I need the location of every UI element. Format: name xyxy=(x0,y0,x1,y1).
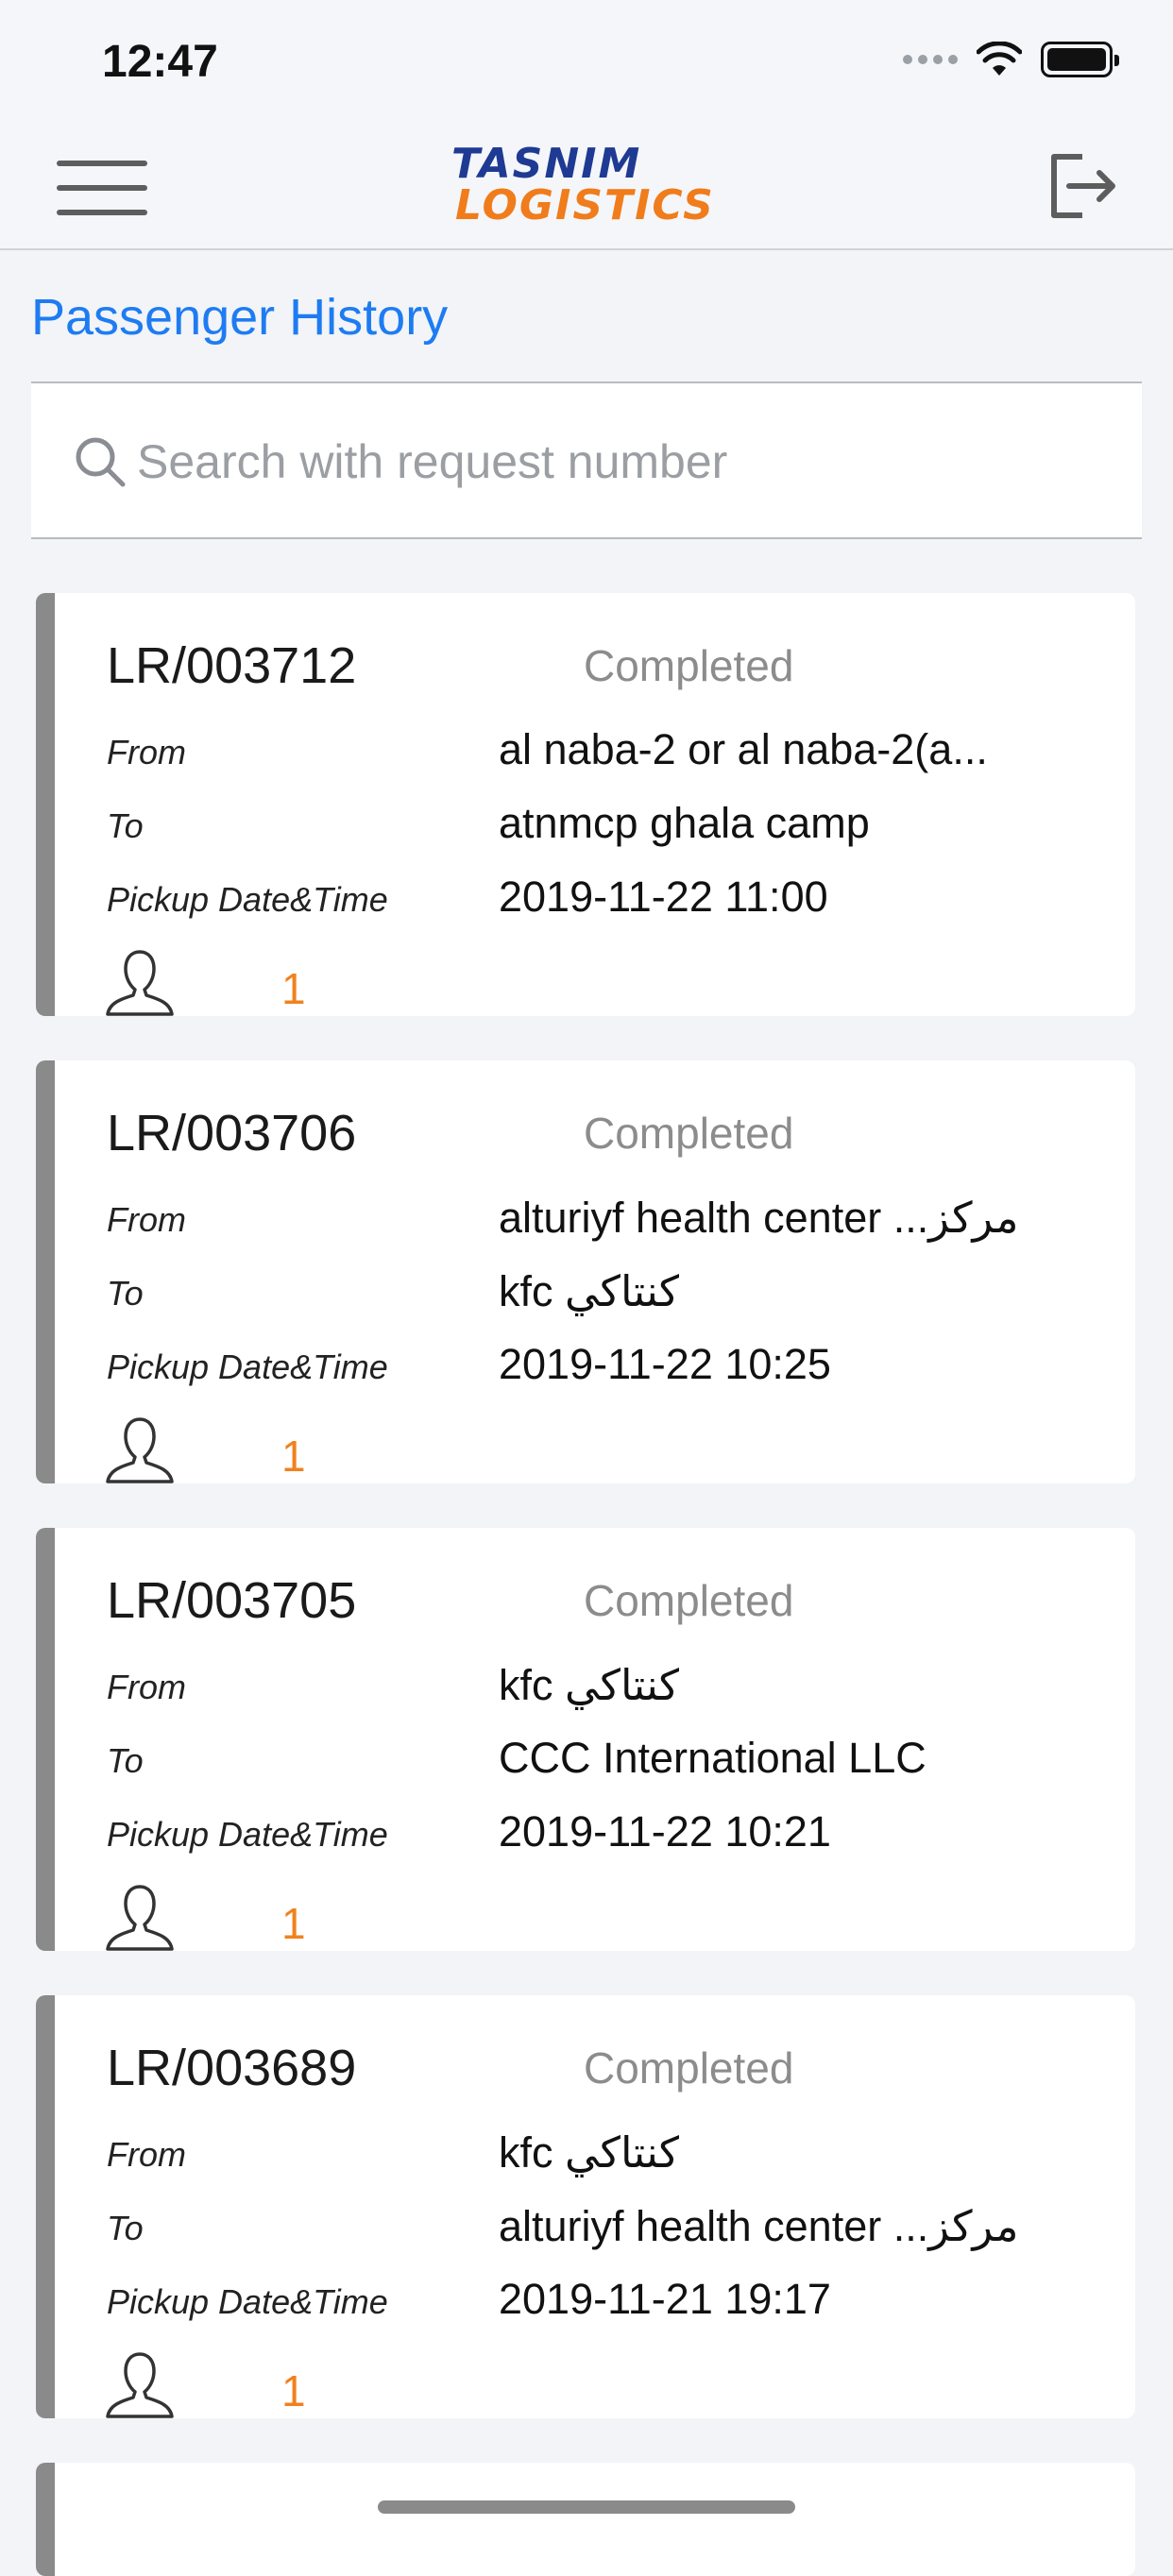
to-value: atnmcp ghala camp xyxy=(499,799,870,847)
request-card[interactable]: LR/003712 Completed From al naba-2 or al… xyxy=(36,593,1135,1016)
pickup-value: 2019-11-21 19:17 xyxy=(499,2275,831,2323)
request-number: LR/003689 xyxy=(107,2040,357,2096)
logo-text-line2: LOGISTICS xyxy=(455,181,715,229)
hamburger-menu-icon[interactable] xyxy=(57,161,147,217)
request-card-partial[interactable] xyxy=(36,2463,1135,2576)
from-label: From xyxy=(107,2135,186,2174)
passenger-icon xyxy=(106,950,174,1016)
request-number: LR/003705 xyxy=(107,1572,357,1629)
to-label: To xyxy=(107,1274,144,1313)
pickup-label: Pickup Date&Time xyxy=(107,2282,388,2321)
request-status: Completed xyxy=(584,1109,794,1158)
from-label: From xyxy=(107,1200,186,1239)
from-value: kfc كنتاكي xyxy=(499,2128,680,2177)
pickup-value: 2019-11-22 10:21 xyxy=(499,1807,831,1856)
battery-icon xyxy=(1041,42,1119,77)
from-value: alturiyf health center ...مركز xyxy=(499,1194,1019,1242)
page-title: Passenger History xyxy=(31,289,449,346)
from-label: From xyxy=(107,733,186,771)
status-icons xyxy=(903,42,1119,77)
pickup-value: 2019-11-22 10:25 xyxy=(499,1340,831,1388)
tasnim-logistics-logo: TASNIM LOGISTICS xyxy=(444,144,737,238)
from-value: al naba-2 or al naba-2(a... xyxy=(499,725,988,773)
pickup-label: Pickup Date&Time xyxy=(107,1815,388,1854)
passenger-count: 1 xyxy=(281,2366,306,2415)
request-card[interactable]: LR/003689 Completed From kfc كنتاكي To a… xyxy=(36,1995,1135,2418)
request-number: LR/003712 xyxy=(107,637,357,694)
home-indicator[interactable] xyxy=(378,2500,795,2514)
to-label: To xyxy=(107,2209,144,2247)
to-value: CCC International LLC xyxy=(499,1734,926,1782)
passenger-icon xyxy=(106,1885,174,1951)
pickup-value: 2019-11-22 11:00 xyxy=(499,873,828,921)
to-label: To xyxy=(107,1741,144,1780)
search-box xyxy=(31,381,1142,539)
wifi-icon xyxy=(977,42,1022,76)
from-label: From xyxy=(107,1668,186,1706)
search-input[interactable] xyxy=(137,421,1100,502)
status-time: 12:47 xyxy=(102,37,218,87)
logo-text-line1: TASNIM xyxy=(451,140,642,188)
request-status: Completed xyxy=(584,641,794,690)
passenger-count: 1 xyxy=(281,1899,306,1948)
request-status: Completed xyxy=(584,1576,794,1625)
cellular-signal-icon xyxy=(903,55,958,64)
status-bar: 12:47 xyxy=(0,0,1173,132)
search-icon xyxy=(76,437,126,487)
request-card[interactable]: LR/003705 Completed From kfc كنتاكي To C… xyxy=(36,1528,1135,1951)
to-value: kfc كنتاكي xyxy=(499,1267,680,1315)
from-value: kfc كنتاكي xyxy=(499,1661,680,1709)
to-label: To xyxy=(107,806,144,845)
to-value: alturiyf health center ...مركز xyxy=(499,2202,1019,2250)
passenger-icon xyxy=(106,1417,174,1483)
request-number: LR/003706 xyxy=(107,1105,357,1161)
request-status: Completed xyxy=(584,2043,794,2093)
logout-icon[interactable] xyxy=(1045,149,1118,223)
navbar: TASNIM LOGISTICS xyxy=(0,132,1173,250)
pickup-label: Pickup Date&Time xyxy=(107,880,388,919)
passenger-count: 1 xyxy=(281,964,306,1013)
passenger-icon xyxy=(106,2352,174,2418)
request-card[interactable]: LR/003706 Completed From alturiyf health… xyxy=(36,1060,1135,1483)
pickup-label: Pickup Date&Time xyxy=(107,1347,388,1386)
passenger-count: 1 xyxy=(281,1432,306,1481)
